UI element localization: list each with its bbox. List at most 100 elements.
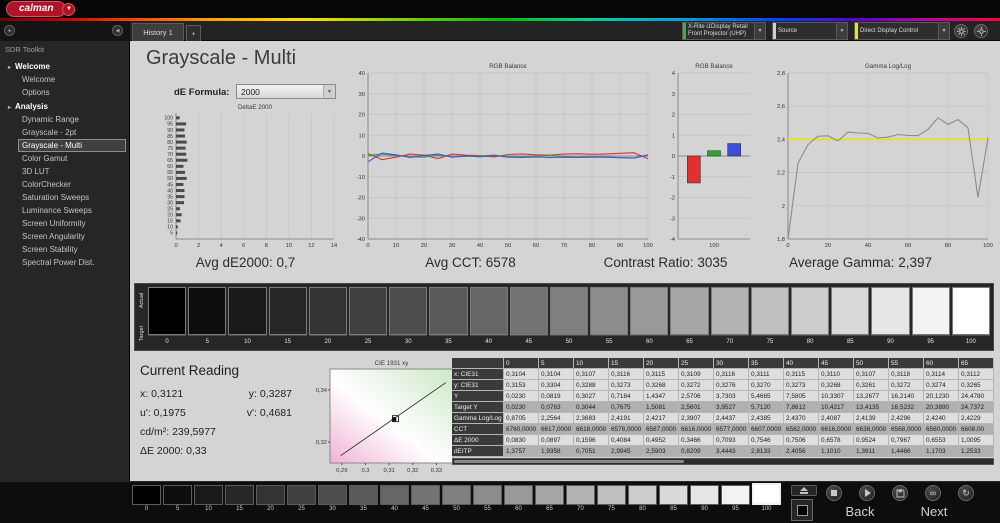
chart-rgb-balance-line: RGB Balance01020304050607080901004030201…	[344, 59, 656, 253]
display-control-dropdown[interactable]: Direct Display Control ▼	[854, 22, 950, 40]
options-gear-icon[interactable]	[974, 24, 988, 38]
patch-55[interactable]: 55	[473, 485, 502, 514]
sidebar-header: ● ◀	[0, 21, 130, 41]
save-button[interactable]	[892, 485, 908, 501]
ramp-row-labels: Actual Target	[135, 284, 148, 350]
patch-35[interactable]: 35	[349, 485, 378, 514]
add-tab-button[interactable]: +	[186, 25, 201, 41]
current-y: y: 0,3287	[249, 388, 292, 400]
sidebar-item-grayscale-multi[interactable]: Grayscale - Multi	[18, 139, 126, 152]
svg-text:2,2: 2,2	[777, 171, 785, 177]
ramp-swatch-65: 65	[670, 287, 708, 348]
sidebar-item-dynamic-range[interactable]: Dynamic Range	[0, 113, 129, 126]
patch-0[interactable]: 0	[132, 485, 161, 514]
source-dropdown[interactable]: Source ▼	[772, 22, 848, 40]
back-button[interactable]: Back	[830, 504, 890, 519]
pattern-window-button[interactable]	[791, 499, 813, 521]
patch-70[interactable]: 70	[566, 485, 595, 514]
chevron-down-icon[interactable]: ▼	[836, 23, 847, 39]
patch-90[interactable]: 90	[690, 485, 719, 514]
sidebar-item-3d-lut[interactable]: 3D LUT	[0, 165, 129, 178]
svg-text:Gamma Log/Log: Gamma Log/Log	[865, 63, 912, 70]
svg-text:2,4: 2,4	[777, 137, 786, 143]
collapse-sidebar-button[interactable]: ◀	[112, 25, 123, 36]
ramp-swatch-95: 95	[912, 287, 950, 348]
patch-25[interactable]: 25	[287, 485, 316, 514]
sidebar-item-spectral-power-dist[interactable]: Spectral Power Dist.	[0, 256, 129, 269]
link-button[interactable]: ∞	[925, 485, 941, 501]
sidebar-item-saturation-sweeps[interactable]: Saturation Sweeps	[0, 191, 129, 204]
table-horizontal-scrollbar[interactable]	[452, 458, 994, 465]
patch-30[interactable]: 30	[318, 485, 347, 514]
ramp-target-label: Target	[130, 327, 158, 340]
patch-95[interactable]: 95	[721, 485, 750, 514]
play-button[interactable]	[859, 485, 875, 501]
logo-menu-icon[interactable]: ▼	[62, 3, 75, 16]
patch-5[interactable]: 5	[163, 485, 192, 514]
current-v: v': 0,4681	[247, 407, 292, 419]
patch-75[interactable]: 75	[597, 485, 626, 514]
patch-100[interactable]: 100	[752, 485, 781, 514]
sidebar-item-welcome[interactable]: Welcome	[0, 73, 129, 86]
sidebar-item-screen-angularity[interactable]: Screen Angularity	[0, 230, 129, 243]
patch-20[interactable]: 20	[256, 485, 285, 514]
ramp-swatch-85: 85	[831, 287, 869, 348]
ramp-swatch-60: 60	[630, 287, 668, 348]
svg-text:-4: -4	[670, 237, 676, 243]
eject-button[interactable]	[791, 485, 817, 496]
sidebar-item-color-gamut[interactable]: Color Gamut	[0, 152, 129, 165]
current-luminance: cd/m²: 239,5977	[140, 426, 302, 438]
patch-80[interactable]: 80	[628, 485, 657, 514]
svg-text:5: 5	[170, 231, 173, 237]
chevron-down-icon: ▼	[323, 85, 335, 98]
patch-60[interactable]: 60	[504, 485, 533, 514]
display-control-label: Direct Display Control	[858, 23, 938, 39]
scrollbar-thumb[interactable]	[454, 460, 684, 463]
next-button[interactable]: Next	[904, 504, 964, 519]
sidebar-section-welcome[interactable]: ▸Welcome	[0, 59, 129, 73]
patch-85[interactable]: 85	[659, 485, 688, 514]
ramp-swatch-50: 50	[550, 287, 588, 348]
current-de2000: ΔE 2000: 0,33	[140, 445, 302, 457]
patch-10[interactable]: 10	[194, 485, 223, 514]
svg-text:30: 30	[449, 243, 455, 249]
patch-40[interactable]: 40	[380, 485, 409, 514]
svg-text:0: 0	[174, 243, 177, 249]
patch-45[interactable]: 45	[411, 485, 440, 514]
sidebar-item-options[interactable]: Options	[0, 86, 129, 99]
link-icon: ∞	[930, 489, 936, 498]
main-content: Grayscale - Multi dE Formula: 2000 ▼ Del…	[130, 41, 1000, 481]
stat-avg-de2000: Avg dE2000: 0,7	[148, 255, 343, 270]
meter-dropdown[interactable]: X-Rite i1Display Retail Front Projector …	[682, 22, 766, 40]
patch-65[interactable]: 65	[535, 485, 564, 514]
svg-text:2: 2	[197, 243, 200, 249]
svg-text:0,31: 0,31	[383, 468, 394, 474]
settings-gear-icon[interactable]	[954, 24, 968, 38]
table-row-y: Y0,02300,08190,30270,71841,43472,57063,7…	[452, 391, 994, 402]
meter-dropdown-label: X-Rite i1Display Retail Front Projector …	[686, 23, 754, 39]
svg-text:2,6: 2,6	[777, 104, 785, 110]
svg-text:8: 8	[265, 243, 268, 249]
svg-text:2,8: 2,8	[777, 71, 785, 77]
sidebar-section-analysis[interactable]: ▸Analysis	[0, 99, 129, 113]
refresh-button[interactable]: ↻	[958, 485, 974, 501]
patch-15[interactable]: 15	[225, 485, 254, 514]
menu-dot-button[interactable]: ●	[4, 25, 15, 36]
sidebar-item-grayscale-2pt[interactable]: Grayscale - 2pt	[0, 126, 129, 139]
svg-text:14: 14	[331, 243, 337, 249]
sidebar-item-luminance-sweeps[interactable]: Luminance Sweeps	[0, 204, 129, 217]
tab-history-1[interactable]: History 1	[132, 23, 184, 41]
chevron-down-icon[interactable]: ▼	[938, 23, 949, 39]
page-title: Grayscale - Multi	[146, 47, 296, 70]
stop-button[interactable]	[826, 485, 842, 501]
sidebar-item-colorchecker[interactable]: ColorChecker	[0, 178, 129, 191]
chevron-down-icon[interactable]: ▼	[754, 23, 765, 39]
sidebar-item-screen-uniformity[interactable]: Screen Uniformity	[0, 217, 129, 230]
stat-avg-cct: Avg CCT: 6578	[373, 255, 568, 270]
svg-text:20: 20	[359, 113, 365, 119]
svg-text:0,29: 0,29	[336, 468, 347, 474]
de-formula-select[interactable]: 2000 ▼	[236, 84, 336, 99]
svg-text:30: 30	[359, 92, 365, 98]
patch-50[interactable]: 50	[442, 485, 471, 514]
sidebar-item-screen-stability[interactable]: Screen Stability	[0, 243, 129, 256]
